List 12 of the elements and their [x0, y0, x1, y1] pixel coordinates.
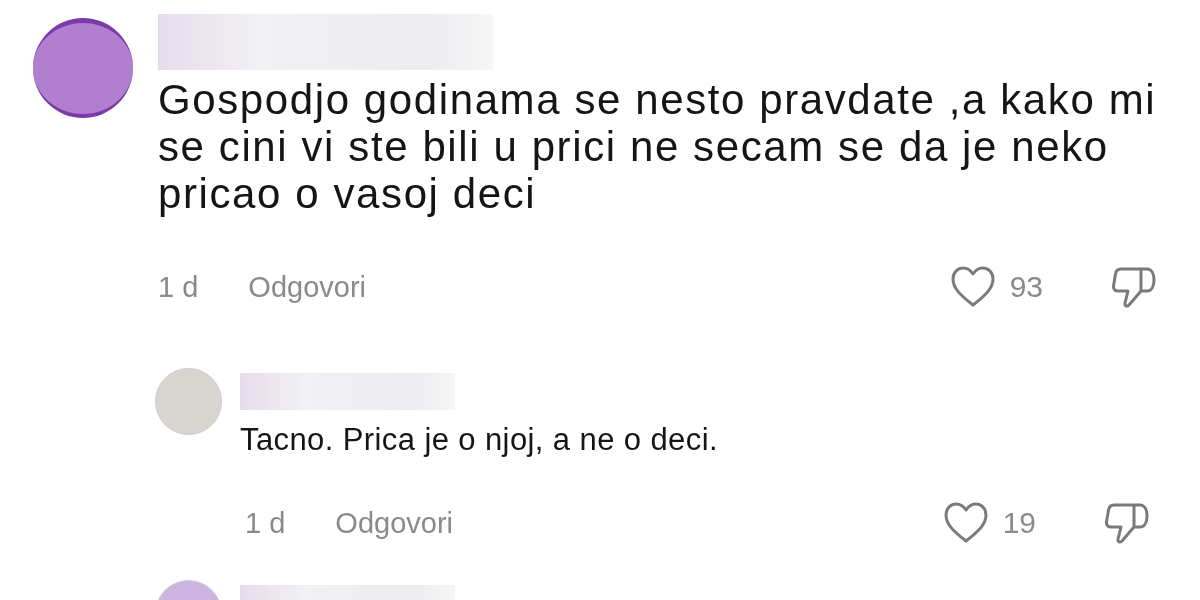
like-count: 19: [1002, 506, 1036, 540]
heart-icon[interactable]: [942, 502, 989, 544]
reply-link[interactable]: Odgovori: [248, 270, 366, 304]
timestamp: 1 d: [245, 506, 286, 540]
comment-text: Tacno. Prica je o njoj, a ne o deci.: [240, 421, 719, 459]
reply-link[interactable]: Odgovori: [335, 506, 453, 540]
heart-icon[interactable]: [949, 266, 996, 308]
like-count: 93: [1009, 270, 1043, 304]
thumbs-down-icon[interactable]: [1111, 265, 1157, 309]
comment-text: Gospodjo godinama se nesto pravdate ,a kako mi se cini vi ste bili u prici ne secam se da je neko pricao o vasoj deci: [158, 76, 1157, 217]
thumbs-down-icon[interactable]: [1104, 501, 1150, 545]
timestamp: 1 d: [158, 270, 199, 304]
